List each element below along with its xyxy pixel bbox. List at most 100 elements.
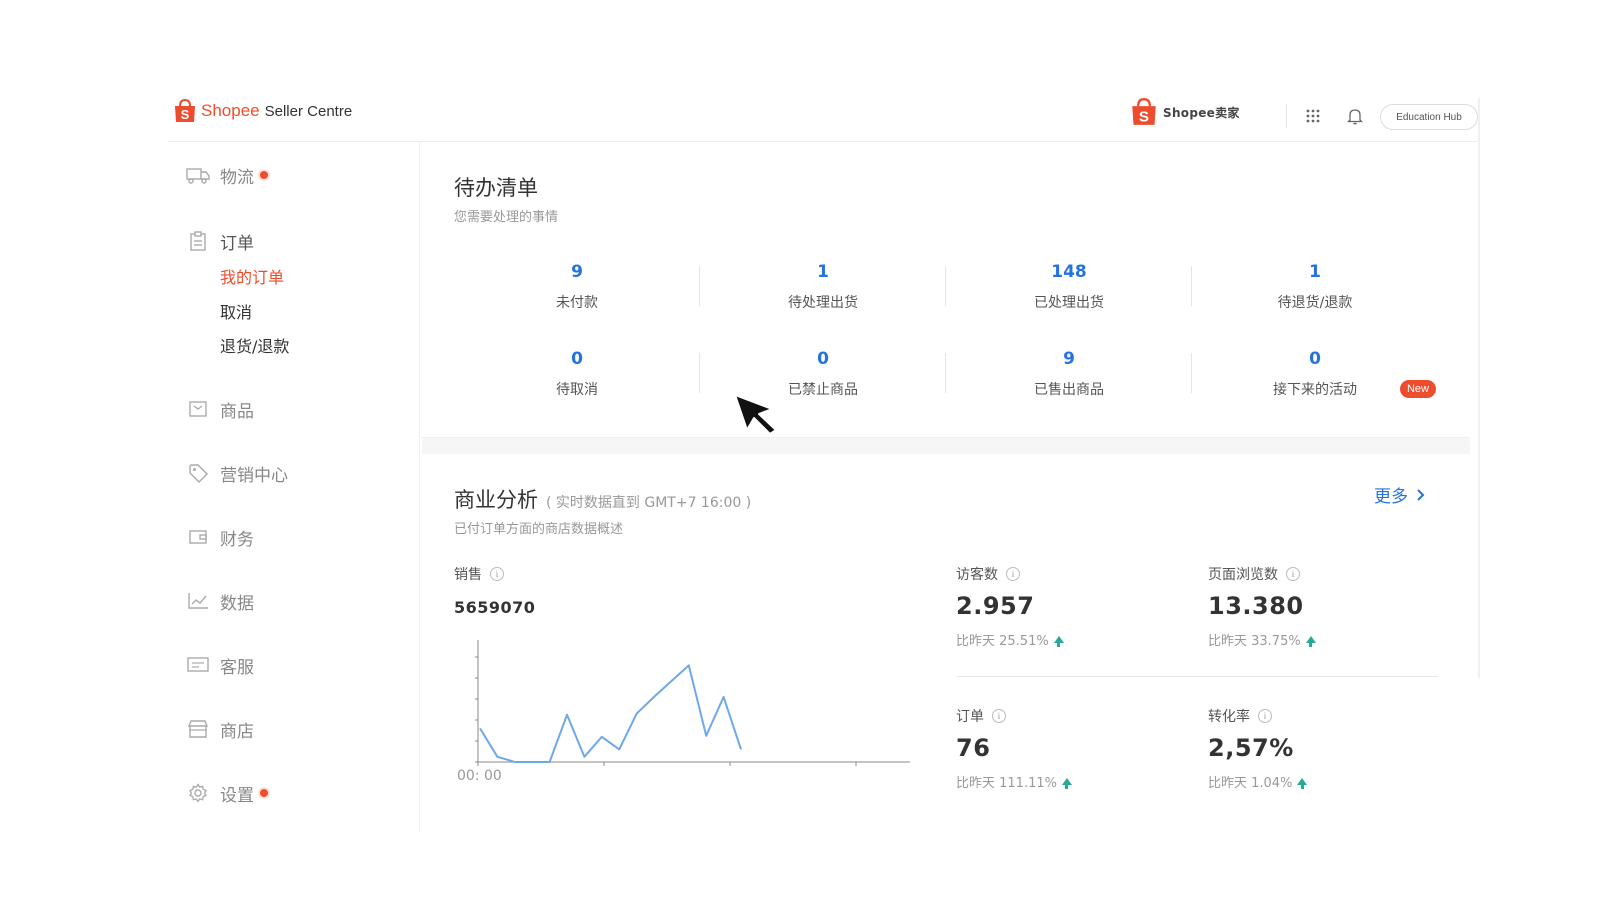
arrow-up-icon <box>1053 636 1064 647</box>
wallet-icon <box>186 527 210 547</box>
arrow-up-icon <box>1061 778 1072 789</box>
todo-label: 已售出商品 <box>1034 382 1104 398</box>
conversion-label: 转化率 <box>1208 709 1250 725</box>
bell-icon[interactable] <box>1347 107 1363 125</box>
brand-subtitle: Seller Centre <box>264 102 353 120</box>
visitors-compare: 比昨天 25.51% <box>956 630 1064 649</box>
sidebar-item-finance[interactable]: 财务 <box>186 524 254 550</box>
todo-item-pending-cancel[interactable]: 0 待取消 <box>454 349 700 399</box>
orders-value: 76 <box>956 734 991 762</box>
sales-line-chart <box>475 640 910 766</box>
todo-count: 0 <box>571 349 583 369</box>
compare-text: 比昨天 1.04% <box>1208 776 1293 791</box>
info-icon[interactable]: i <box>1258 709 1272 723</box>
todo-title: 待办清单 <box>454 176 538 200</box>
chat-icon <box>186 655 210 675</box>
analysis-title: 商业分析 <box>454 488 538 512</box>
conversion-label-row: 转化率 i <box>1208 706 1272 726</box>
more-label: 更多 <box>1374 487 1408 507</box>
todo-count: 0 <box>817 349 829 369</box>
todo-label: 已处理出货 <box>1034 295 1104 311</box>
page-right-border <box>1478 98 1480 678</box>
arrow-up-icon <box>1297 778 1308 789</box>
gear-icon <box>186 783 210 803</box>
sidebar-item-label: 财务 <box>220 529 254 550</box>
seller-account[interactable]: S Shopee卖家 <box>1130 98 1240 126</box>
sidebar-item-orders[interactable]: 订单 <box>186 228 254 254</box>
sidebar-subitem-cancel[interactable]: 取消 <box>220 299 252 323</box>
todo-count: 1 <box>817 262 829 282</box>
shop-icon <box>186 719 210 739</box>
sales-chart <box>466 632 916 782</box>
compare-text: 比昨天 33.75% <box>1208 634 1301 649</box>
todo-item-unpaid[interactable]: 9 未付款 <box>454 262 700 312</box>
sidebar-subitem-returns[interactable]: 退货/退款 <box>220 333 289 357</box>
orders-compare: 比昨天 111.11% <box>956 772 1072 791</box>
mouse-cursor-icon <box>734 394 777 435</box>
seller-logo-text: Shopee卖家 <box>1163 105 1240 120</box>
sidebar-item-data[interactable]: 数据 <box>186 588 254 614</box>
todo-label: 待取消 <box>556 382 598 398</box>
info-icon[interactable]: i <box>490 567 504 581</box>
sidebar-item-label: 商店 <box>220 721 254 742</box>
sidebar-item-products[interactable]: 商品 <box>186 396 254 422</box>
notification-dot <box>260 171 268 179</box>
new-badge: New <box>1400 380 1436 398</box>
sidebar-item-customer-service[interactable]: 客服 <box>186 652 254 678</box>
todo-label: 待退货/退款 <box>1277 295 1353 311</box>
x-tick-label: 00: 00 <box>457 768 502 784</box>
conversion-compare: 比昨天 1.04% <box>1208 772 1308 791</box>
sidebar-item-label: 数据 <box>220 593 254 614</box>
clipboard-icon <box>186 231 210 251</box>
product-icon <box>186 399 210 419</box>
sidebar-item-logistics[interactable]: 物流 <box>186 162 268 188</box>
todo-count: 9 <box>1063 349 1075 369</box>
info-icon[interactable]: i <box>992 709 1006 723</box>
top-header: S Shopee Seller Centre S Shopee卖家 Educat… <box>168 90 1480 142</box>
pageviews-value: 13.380 <box>1208 592 1304 620</box>
sidebar-item-settings[interactable]: 设置 <box>186 780 268 806</box>
analysis-title-row: 商业分析 ( 实时数据直到 GMT+7 16:00 ) <box>454 484 751 514</box>
realtime-note: ( 实时数据直到 GMT+7 16:00 ) <box>546 495 752 511</box>
sidebar-item-label: 商品 <box>220 401 254 422</box>
pageviews-label: 页面浏览数 <box>1208 567 1278 583</box>
card-gap <box>422 438 1470 454</box>
sales-label: 销售 <box>454 567 482 583</box>
orders-label: 订单 <box>956 709 984 725</box>
todo-item-to-ship[interactable]: 1 待处理出货 <box>700 262 946 312</box>
todo-item-return-refund[interactable]: 1 待退货/退款 <box>1192 262 1438 312</box>
analysis-subtitle: 已付订单方面的商店数据概述 <box>454 522 624 537</box>
info-icon[interactable]: i <box>1006 567 1020 581</box>
business-analysis-card: 商业分析 ( 实时数据直到 GMT+7 16:00 ) 已付订单方面的商店数据概… <box>422 454 1470 832</box>
svg-text:S: S <box>181 107 190 122</box>
metric-divider <box>956 676 1438 677</box>
pageviews-label-row: 页面浏览数 i <box>1208 564 1300 584</box>
sidebar-item-label: 客服 <box>220 657 254 678</box>
sidebar: 物流 订单 我的订单 取消 退货/退款 商品 营销中心 财务 数据 客服 商店 … <box>168 142 420 832</box>
svg-text:S: S <box>1139 108 1149 125</box>
info-icon[interactable]: i <box>1286 567 1300 581</box>
apps-grid-icon[interactable] <box>1305 108 1321 124</box>
tag-icon <box>186 463 210 483</box>
todo-count: 9 <box>571 262 583 282</box>
education-hub-button[interactable]: Education Hub <box>1380 104 1478 130</box>
todo-item-shipped[interactable]: 148 已处理出货 <box>946 262 1192 312</box>
chart-icon <box>186 591 210 611</box>
sales-series-line <box>479 664 742 763</box>
pageviews-compare: 比昨天 33.75% <box>1208 630 1316 649</box>
arrow-up-icon <box>1305 636 1316 647</box>
sidebar-item-marketing[interactable]: 营销中心 <box>186 460 288 486</box>
todo-item-sold-out[interactable]: 9 已售出商品 <box>946 349 1192 399</box>
brand-name: Shopee <box>201 101 260 120</box>
brand-logo[interactable]: S Shopee Seller Centre <box>174 96 352 126</box>
sales-value: 5659070 <box>454 598 536 617</box>
more-link[interactable]: 更多 <box>1374 482 1428 507</box>
sidebar-item-label: 物流 <box>220 167 254 188</box>
sidebar-item-label: 订单 <box>220 233 254 254</box>
header-divider <box>1286 104 1287 128</box>
visitors-label: 访客数 <box>956 567 998 583</box>
sidebar-item-shop[interactable]: 商店 <box>186 716 254 742</box>
conversion-value: 2,57% <box>1208 734 1294 762</box>
sidebar-subitem-my-orders[interactable]: 我的订单 <box>220 264 284 288</box>
orders-label-row: 订单 i <box>956 706 1006 726</box>
